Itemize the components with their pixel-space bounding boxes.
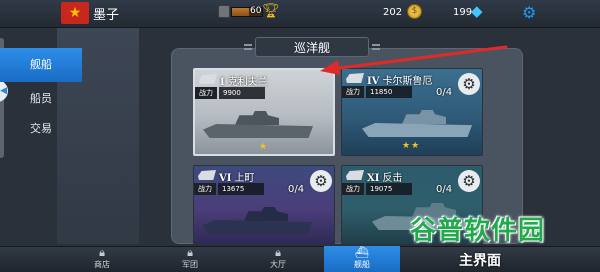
blueprint-count: 0/4: [436, 87, 453, 98]
power-label: 战力: [195, 87, 217, 99]
ship-icon: ⛴: [355, 246, 369, 259]
gold-coin-icon[interactable]: $: [407, 4, 422, 19]
nav-item-lobby[interactable]: 🔒︎ 大厅: [240, 246, 316, 272]
nav-item-ships[interactable]: ⛴ 舰船: [324, 246, 400, 272]
power-value: 9900: [219, 87, 265, 99]
star-rating: ★★: [402, 141, 421, 151]
power-value: 19075: [366, 183, 412, 195]
title-decoration: [244, 44, 252, 50]
blueprint-count: 0/4: [436, 184, 453, 195]
power-value: 13675: [218, 183, 264, 195]
ship-card-karlsruhe[interactable]: IV 卡尔斯鲁厄 战力 11850 0/4 ⚙ ★★: [341, 68, 483, 156]
nav-label: 大厅: [270, 260, 286, 269]
gear-icon[interactable]: ⚙: [522, 3, 536, 22]
diamond-icon[interactable]: ◆: [471, 2, 483, 20]
nav-label: 军团: [182, 260, 198, 269]
nav-item-shop[interactable]: 🔒︎ 商店: [64, 246, 140, 272]
lock-icon: 🔒︎: [99, 246, 105, 259]
watermark-logo: 谷普软件园: [410, 216, 546, 246]
gem-amount: 199: [453, 7, 473, 18]
sidebar-item-ships[interactable]: 舰船: [0, 48, 82, 82]
star-rating: ★: [259, 142, 269, 152]
ship-card-kamimachi[interactable]: VI 上町 战力 13675 0/4 ⚙: [193, 165, 335, 245]
power-label: 战力: [194, 183, 216, 195]
gear-icon[interactable]: ⚙: [458, 73, 480, 95]
gold-amount: 202: [383, 7, 403, 18]
top-bar: [0, 0, 600, 28]
ship-title: IV 卡尔斯鲁厄: [367, 72, 432, 87]
gear-icon[interactable]: ⚙: [458, 170, 480, 192]
main-screen-button[interactable]: 主界面: [440, 250, 520, 272]
lock-icon: 🔒︎: [275, 246, 281, 259]
ship-image: [362, 123, 472, 137]
ship-image: [203, 124, 313, 138]
ship-title: I 克利夫兰: [220, 73, 268, 88]
ship-card-cleveland[interactable]: I 克利夫兰 战力 9900 ★: [193, 68, 335, 156]
lock-icon: 🔒︎: [187, 246, 193, 259]
rank-badge-icon: [218, 5, 230, 18]
gear-icon[interactable]: ⚙: [310, 170, 332, 192]
power-value: 11850: [366, 86, 412, 98]
blueprint-count: 0/4: [288, 184, 305, 195]
nav-label: 舰船: [354, 260, 370, 269]
ship-title: VI 上町: [219, 169, 254, 184]
sidebar-item-trade[interactable]: 交易: [0, 112, 82, 146]
power-label: 战力: [342, 86, 364, 98]
china-flag-icon: ★: [61, 2, 89, 24]
rank-value: 60: [250, 6, 262, 16]
nav-item-legion[interactable]: 🔒︎ 军团: [152, 246, 228, 272]
trophy-icon[interactable]: 🏆︎: [262, 3, 280, 19]
power-label: 战力: [342, 183, 364, 195]
ship-title: XI 反击: [367, 169, 402, 184]
sidebar-item-crew[interactable]: 船员: [0, 82, 82, 116]
nav-label: 商店: [94, 260, 110, 269]
annotation-arrow: [320, 45, 508, 75]
ship-image: [202, 220, 312, 234]
player-name[interactable]: 墨子: [93, 4, 119, 23]
